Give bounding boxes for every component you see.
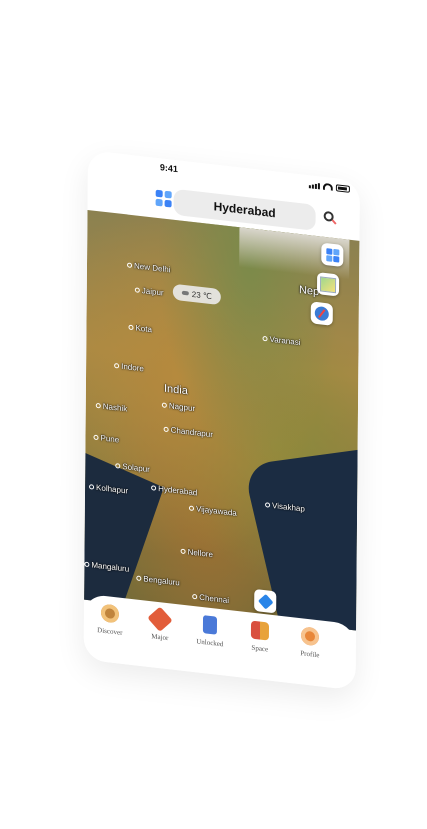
map-label-indore[interactable]: Indore [114, 361, 144, 373]
search-icon[interactable] [323, 210, 334, 222]
signal-icon [308, 182, 320, 189]
map-label-jaipur[interactable]: Jaipur [134, 285, 164, 298]
compass-icon [314, 305, 329, 322]
map-label-kota[interactable]: Kota [128, 323, 152, 334]
temperature-text: 23 ℃ [191, 289, 212, 301]
status-time: 9:41 [159, 162, 178, 175]
directions-button[interactable] [254, 588, 277, 614]
compass-button[interactable] [310, 301, 333, 326]
tab-profile[interactable]: Profile [290, 625, 330, 661]
tab-discover[interactable]: Discover [90, 602, 130, 638]
layers-button[interactable] [321, 242, 344, 268]
map-label-pune[interactable]: Pune [93, 433, 119, 445]
map-label-india[interactable]: India [164, 383, 188, 398]
directions-icon [257, 593, 274, 609]
map-label-varanasi[interactable]: Varanasi [262, 334, 301, 347]
map-label-new-delhi[interactable]: New Delhi [127, 260, 171, 274]
map-label-bengaluru[interactable]: Bengaluru [136, 574, 180, 587]
map-label-nellore[interactable]: Nellore [180, 547, 213, 559]
grid-icon [325, 247, 339, 263]
map-icon [319, 275, 337, 293]
tab-major[interactable]: Major [140, 606, 180, 644]
weather-chip[interactable]: 23 ℃ [172, 283, 221, 306]
apps-menu-button[interactable] [155, 189, 172, 208]
satellite-map[interactable]: New Delhi Jaipur Kota Indore India Nagpu… [84, 209, 360, 631]
cloud-icon [181, 290, 189, 296]
battery-icon [335, 184, 350, 193]
space-icon [250, 620, 270, 641]
tab-space[interactable]: Space [240, 619, 280, 655]
map-style-button[interactable] [316, 272, 340, 297]
location-text: Hyderabad [213, 199, 276, 221]
profile-icon [300, 626, 320, 647]
status-icons [308, 181, 350, 193]
phone-frame: 9:41 Hyderabad New Delhi Jaipur Kota Ind… [83, 150, 360, 691]
map-label-nagpur[interactable]: Nagpur [161, 400, 195, 413]
map-label-chandrapur[interactable]: Chandrapur [163, 425, 213, 439]
tab-unlocked[interactable]: Unlocked [190, 614, 230, 650]
wifi-icon [322, 182, 333, 191]
map-label-nashik[interactable]: Nashik [95, 401, 127, 413]
discover-icon [100, 603, 120, 624]
map-label-chennai[interactable]: Chennai [192, 592, 229, 605]
map-label-vijayawada[interactable]: Vijayawada [188, 504, 237, 518]
unlocked-icon [202, 615, 218, 635]
major-icon [147, 606, 173, 632]
